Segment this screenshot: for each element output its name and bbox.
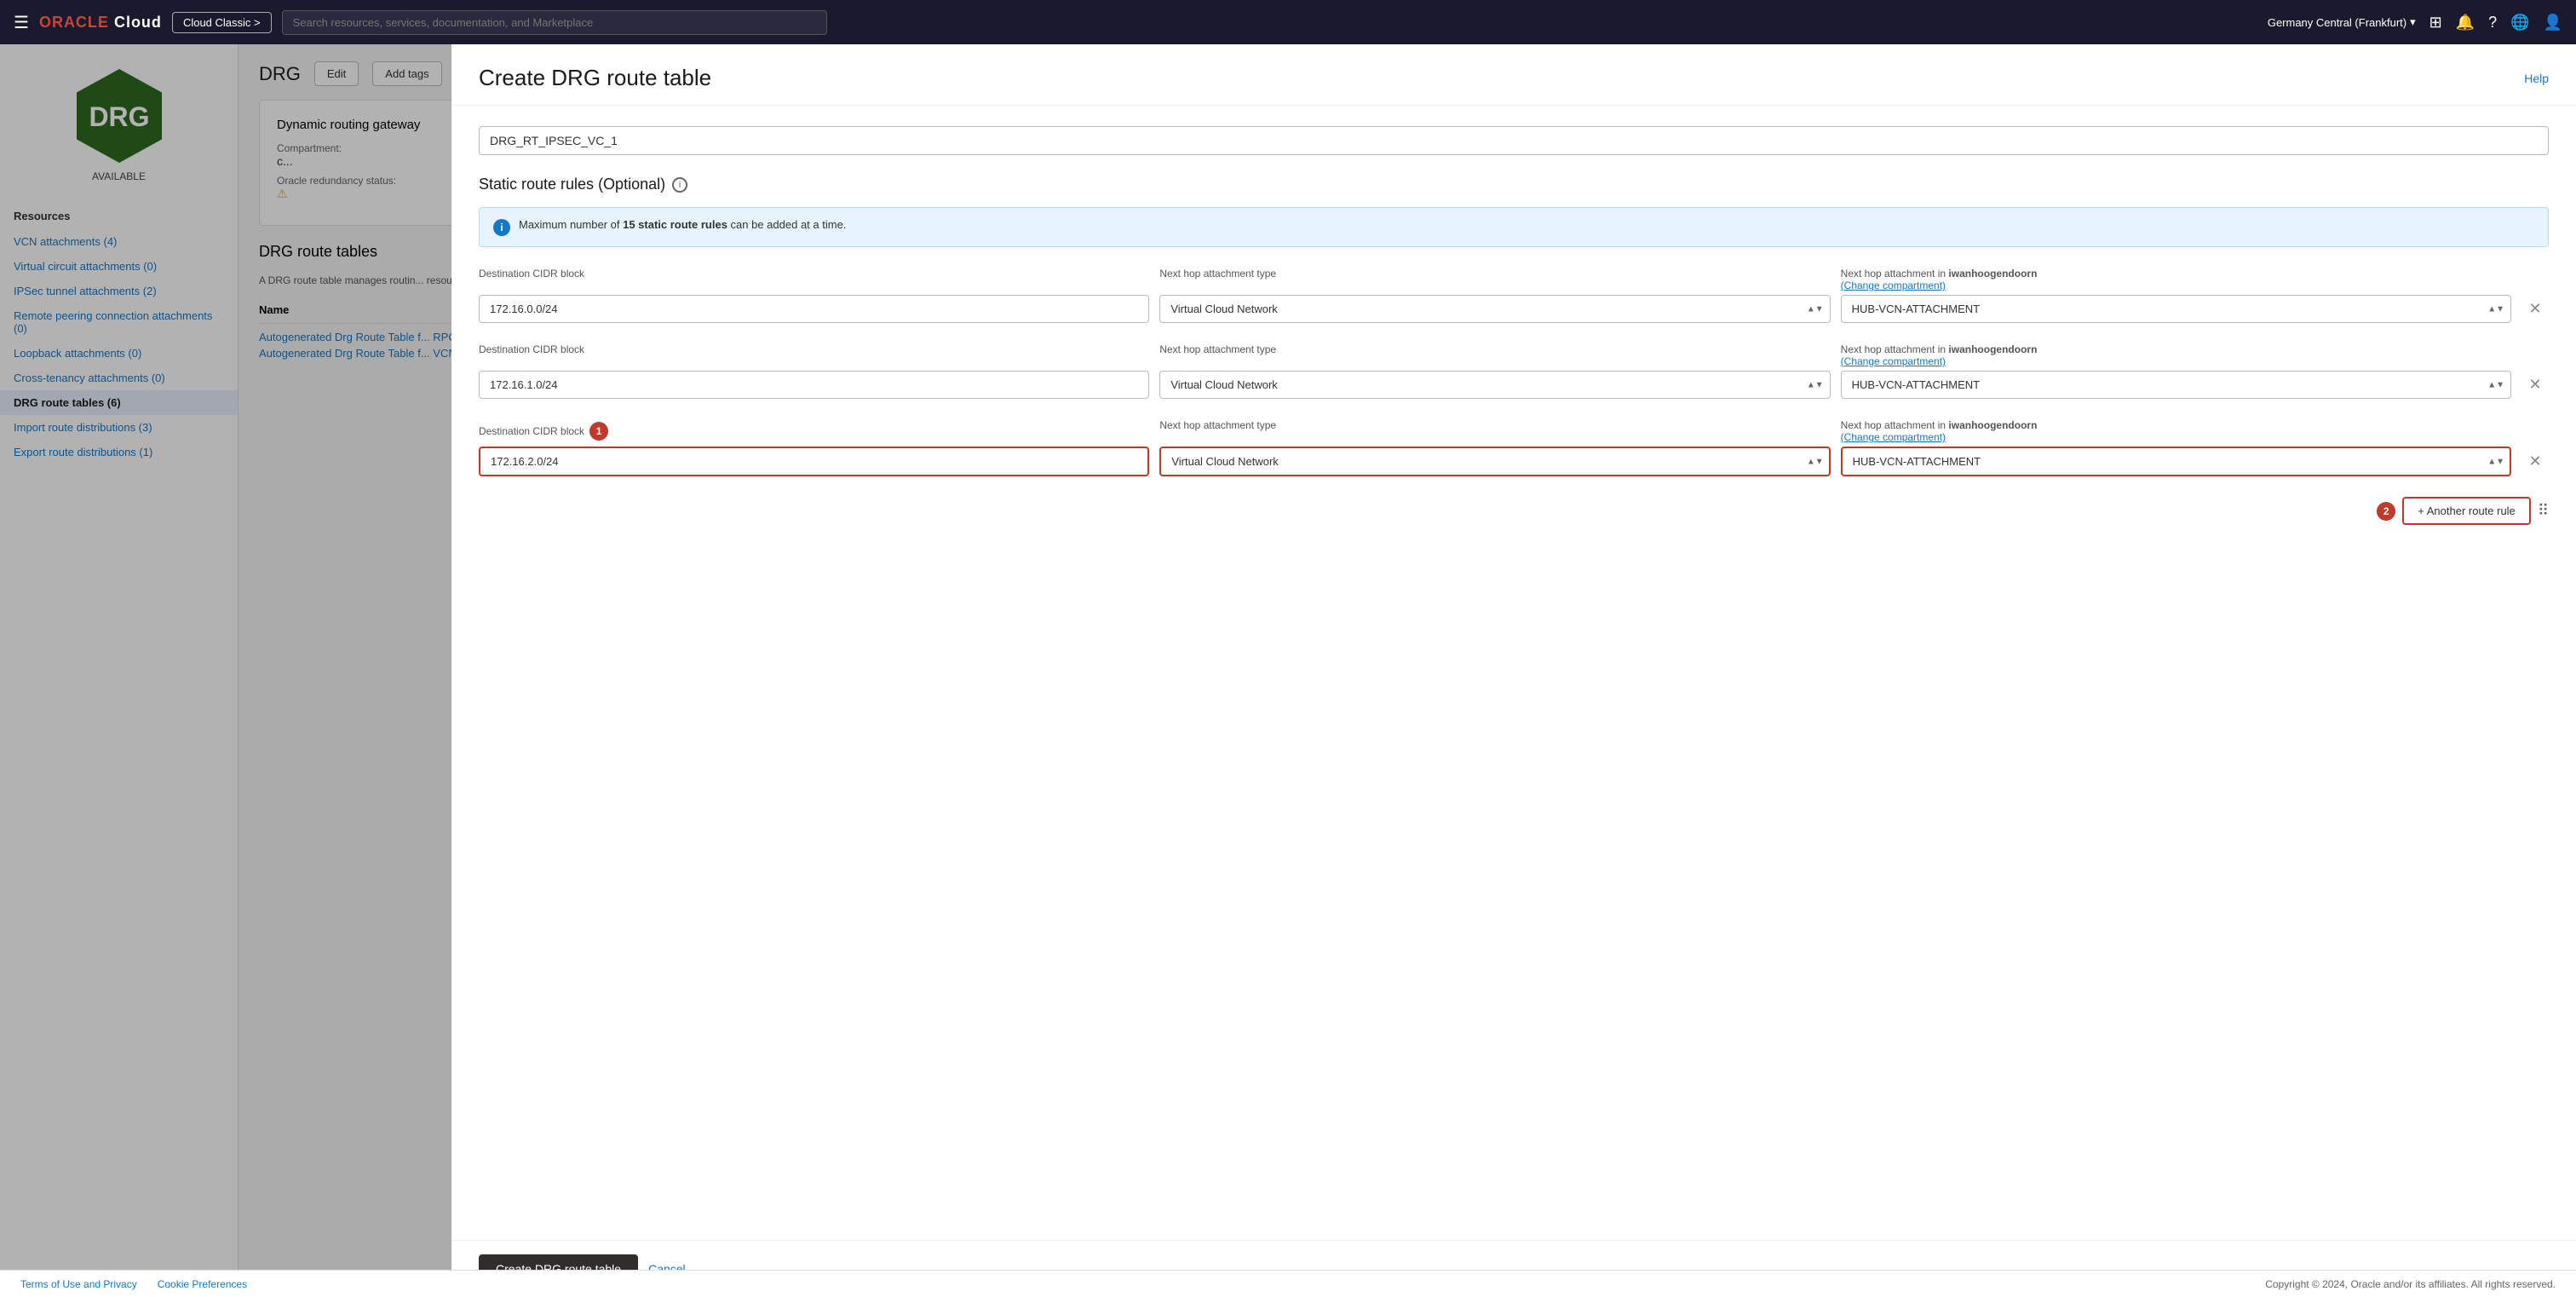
- rule-3-header-row: Destination CIDR block 1 Next hop attach…: [479, 419, 2549, 443]
- help-link[interactable]: Help: [2524, 72, 2549, 85]
- add-route-rule-button[interactable]: + Another route rule: [2402, 497, 2531, 525]
- attachment-select-1[interactable]: HUB-VCN-ATTACHMENT SPOKE1-VCN-ATTACHMENT…: [1841, 295, 2511, 323]
- destination-cidr-input-3[interactable]: [479, 447, 1149, 476]
- nav-right: Germany Central (Frankfurt) ▾ ⊞ 🔔 ? 🌐 👤: [2268, 14, 2562, 32]
- destination-cidr-label-3: Destination CIDR block: [479, 425, 584, 437]
- modal-title: Create DRG route table: [479, 65, 711, 91]
- static-routes-info-icon[interactable]: i: [672, 177, 687, 193]
- attachment-select-wrapper-2: HUB-VCN-ATTACHMENT SPOKE1-VCN-ATTACHMENT…: [1841, 371, 2511, 399]
- globe-icon[interactable]: 🌐: [2510, 14, 2529, 32]
- destination-cidr-input-1[interactable]: [479, 295, 1149, 323]
- nav-icons: ⊞ 🔔 ? 🌐 👤: [2429, 14, 2562, 32]
- next-hop-type-select-wrapper-3: Virtual Cloud Network IPSec Tunnel Virtu…: [1159, 447, 1830, 476]
- destination-cidr-input-2[interactable]: [479, 371, 1149, 399]
- static-route-rules-title: Static route rules (Optional): [479, 176, 665, 193]
- grid-icon: ⠿: [2538, 502, 2549, 520]
- modal-body: Static route rules (Optional) i i Maximu…: [451, 106, 2576, 1240]
- change-compartment-link-3[interactable]: (Change compartment): [1841, 431, 2511, 443]
- modal-header: Create DRG route table Help: [451, 44, 2576, 106]
- modal-overlay: Create DRG route table Help Static route…: [0, 44, 2576, 1297]
- rule-1-inputs: Virtual Cloud Network IPSec Tunnel Virtu…: [479, 295, 2549, 323]
- next-hop-type-select-2[interactable]: Virtual Cloud Network IPSec Tunnel Virtu…: [1159, 371, 1830, 399]
- remove-rule-2-button[interactable]: ✕: [2521, 376, 2549, 394]
- next-hop-attachment-header-2: Next hop attachment in iwanhoogendoorn (…: [1841, 343, 2511, 367]
- next-hop-attachment-header-3: Next hop attachment in iwanhoogendoorn (…: [1841, 419, 2511, 443]
- next-hop-type-select-1[interactable]: Virtual Cloud Network IPSec Tunnel Virtu…: [1159, 295, 1830, 323]
- remove-rule-1-button[interactable]: ✕: [2521, 300, 2549, 318]
- change-compartment-link-1[interactable]: (Change compartment): [1841, 280, 2511, 291]
- page-footer: Terms of Use and Privacy Cookie Preferen…: [0, 1270, 2576, 1297]
- next-hop-type-select-3[interactable]: Virtual Cloud Network IPSec Tunnel Virtu…: [1159, 447, 1830, 476]
- chevron-down-icon: ▾: [2410, 15, 2416, 29]
- info-banner: i Maximum number of 15 static route rule…: [479, 207, 2549, 247]
- search-input[interactable]: [282, 10, 827, 35]
- info-banner-icon: i: [493, 219, 510, 236]
- next-hop-type-select-wrapper-2: Virtual Cloud Network IPSec Tunnel Virtu…: [1159, 371, 1830, 399]
- rule-3-inputs: Virtual Cloud Network IPSec Tunnel Virtu…: [479, 447, 2549, 476]
- attachment-select-wrapper-1: HUB-VCN-ATTACHMENT SPOKE1-VCN-ATTACHMENT…: [1841, 295, 2511, 323]
- info-banner-text: Maximum number of 15 static route rules …: [519, 218, 846, 231]
- next-hop-attachment-header-1: Next hop attachment in iwanhoogendoorn (…: [1841, 268, 2511, 291]
- route-rule-1: Destination CIDR block Next hop attachme…: [479, 268, 2549, 323]
- next-hop-type-label-1: Next hop attachment type: [1159, 268, 1830, 280]
- next-hop-type-label-3: Next hop attachment type: [1159, 419, 1830, 431]
- change-compartment-link-2[interactable]: (Change compartment): [1841, 355, 2511, 367]
- route-table-name-input[interactable]: [479, 126, 2549, 155]
- help-icon[interactable]: ?: [2488, 14, 2497, 32]
- console-icon[interactable]: ⊞: [2429, 14, 2442, 32]
- badge-2: 2: [2377, 502, 2395, 521]
- hamburger-menu-icon[interactable]: ☰: [14, 12, 29, 33]
- next-hop-type-select-wrapper-1: Virtual Cloud Network IPSec Tunnel Virtu…: [1159, 295, 1830, 323]
- rule-2-header-row: Destination CIDR block Next hop attachme…: [479, 343, 2549, 367]
- destination-cidr-label-1: Destination CIDR block: [479, 268, 1149, 280]
- oracle-logo: ORACLE Cloud: [39, 14, 162, 32]
- cookie-link[interactable]: Cookie Preferences: [158, 1278, 247, 1290]
- terms-link[interactable]: Terms of Use and Privacy: [20, 1278, 137, 1290]
- create-drg-route-table-modal: Create DRG route table Help Static route…: [451, 44, 2576, 1297]
- attachment-select-wrapper-3: HUB-VCN-ATTACHMENT SPOKE1-VCN-ATTACHMENT…: [1841, 447, 2511, 476]
- rule-2-inputs: Virtual Cloud Network IPSec Tunnel Virtu…: [479, 371, 2549, 399]
- remove-rule-3-button[interactable]: ✕: [2521, 453, 2549, 470]
- badge-1: 1: [589, 422, 608, 441]
- attachment-select-3[interactable]: HUB-VCN-ATTACHMENT SPOKE1-VCN-ATTACHMENT…: [1841, 447, 2511, 476]
- copyright-text: Copyright © 2024, Oracle and/or its affi…: [2265, 1278, 2556, 1290]
- next-hop-type-label-2: Next hop attachment type: [1159, 343, 1830, 355]
- attachment-select-2[interactable]: HUB-VCN-ATTACHMENT SPOKE1-VCN-ATTACHMENT…: [1841, 371, 2511, 399]
- add-rule-actions-row: 2 + Another route rule ⠿: [479, 497, 2549, 525]
- route-rule-2: Destination CIDR block Next hop attachme…: [479, 343, 2549, 399]
- static-route-rules-header: Static route rules (Optional) i: [479, 176, 2549, 193]
- region-selector[interactable]: Germany Central (Frankfurt) ▾: [2268, 15, 2416, 29]
- rule-1-header-row: Destination CIDR block Next hop attachme…: [479, 268, 2549, 291]
- cloud-classic-button[interactable]: Cloud Classic >: [172, 12, 272, 33]
- top-navigation: ☰ ORACLE Cloud Cloud Classic > Germany C…: [0, 0, 2576, 44]
- route-rule-3: Destination CIDR block 1 Next hop attach…: [479, 419, 2549, 476]
- bell-icon[interactable]: 🔔: [2456, 14, 2475, 32]
- user-icon[interactable]: 👤: [2544, 14, 2562, 32]
- destination-cidr-label-2: Destination CIDR block: [479, 343, 1149, 355]
